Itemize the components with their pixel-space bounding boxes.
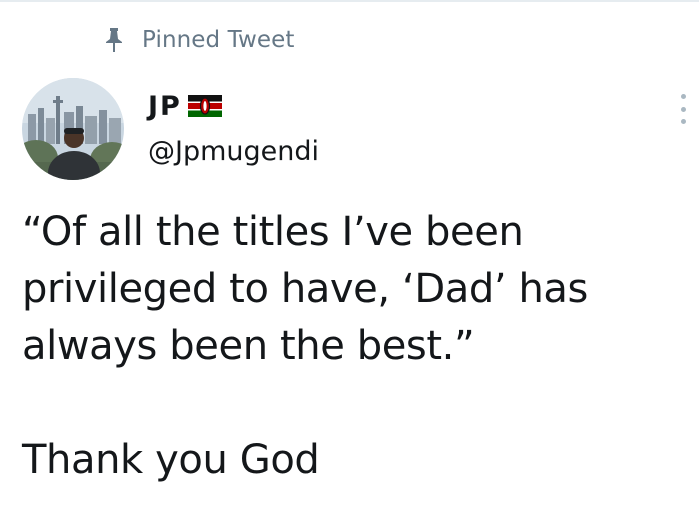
pinned-label: Pinned Tweet [142, 27, 295, 53]
menu-dot [680, 119, 686, 124]
top-divider [0, 0, 699, 2]
pinned-tweet-indicator: Pinned Tweet [104, 24, 295, 56]
menu-dot [680, 94, 686, 99]
tweet-text: “Of all the titles I’ve been privileged … [22, 209, 588, 483]
more-options-icon[interactable] [670, 92, 696, 126]
kenya-flag-icon [187, 95, 222, 117]
author-handle[interactable]: @Jpmugendi [148, 136, 319, 167]
avatar[interactable] [22, 78, 124, 180]
pin-icon [104, 28, 124, 52]
display-name[interactable]: JP [148, 91, 182, 122]
menu-dot [680, 106, 686, 112]
author-name-row[interactable]: JP [148, 86, 222, 126]
